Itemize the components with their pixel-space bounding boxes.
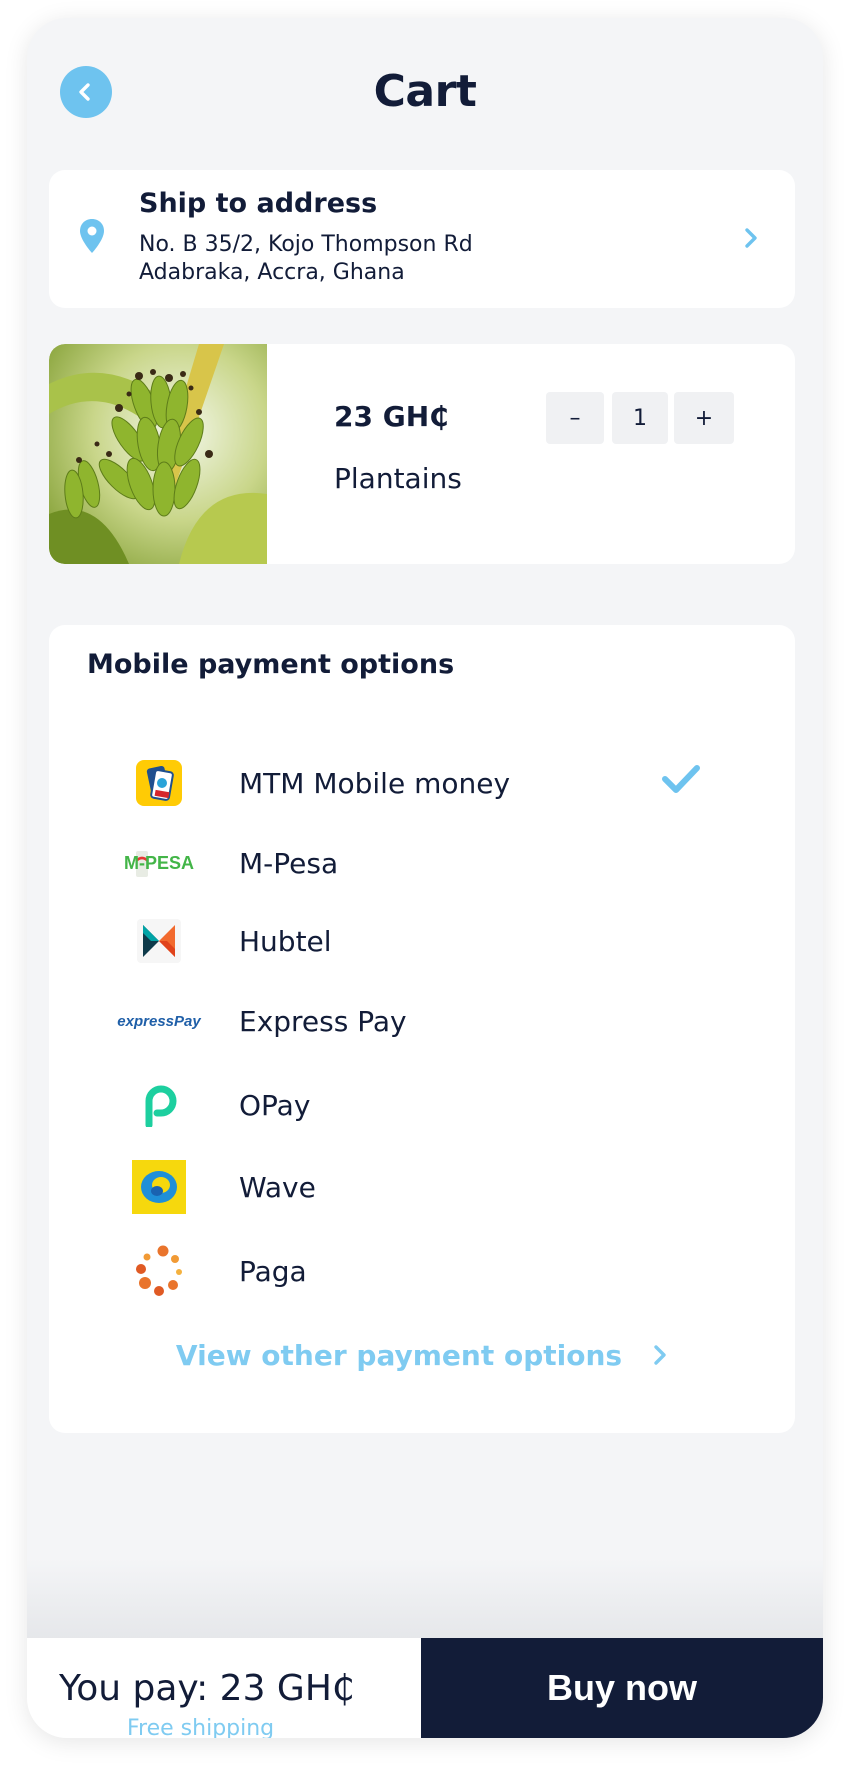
item-name: Plantains xyxy=(334,462,462,495)
payment-options-title: Mobile payment options xyxy=(87,649,455,680)
chevron-right-icon xyxy=(654,1345,666,1365)
payment-option-mpesa[interactable]: M-PESA M-Pesa xyxy=(49,833,795,893)
payment-option-mtn[interactable]: MTM Mobile money xyxy=(49,753,795,813)
total-amount: You pay: 23 GH₵ xyxy=(59,1668,355,1709)
ship-address-card[interactable]: Ship to address No. B 35/2, Kojo Thompso… xyxy=(49,170,795,308)
address-line-1: No. B 35/2, Kojo Thompson Rd xyxy=(139,232,473,257)
buy-now-button[interactable]: Buy now xyxy=(421,1638,823,1738)
quantity-value[interactable]: 1 xyxy=(612,392,668,444)
payment-option-paga[interactable]: Paga xyxy=(49,1241,795,1301)
hubtel-logo xyxy=(109,911,209,971)
payment-option-label: Hubtel xyxy=(239,925,332,958)
payment-options-card: Mobile payment options MTM Mobile money xyxy=(49,625,795,1433)
checkmark-icon xyxy=(662,765,700,793)
product-image xyxy=(49,344,267,564)
payment-option-label: M-Pesa xyxy=(239,847,339,880)
svg-text:M-PESA: M-PESA xyxy=(124,853,194,873)
wave-logo xyxy=(109,1157,209,1217)
payment-option-wave[interactable]: Wave xyxy=(49,1157,795,1217)
address-title: Ship to address xyxy=(139,188,378,219)
free-shipping-label: Free shipping xyxy=(127,1716,275,1738)
payment-option-label: OPay xyxy=(239,1089,311,1122)
svg-text:expressPay: expressPay xyxy=(117,1013,201,1030)
decrease-quantity-button[interactable]: – xyxy=(546,392,604,444)
cart-screen: Cart Ship to address No. B 35/2, Kojo Th… xyxy=(27,18,823,1738)
payment-option-hubtel[interactable]: Hubtel xyxy=(49,911,795,971)
increase-quantity-button[interactable]: + xyxy=(674,392,734,444)
view-other-label: View other payment options xyxy=(175,1338,623,1372)
payment-option-opay[interactable]: OPay xyxy=(49,1075,795,1135)
page-title: Cart xyxy=(373,66,477,117)
payment-option-label: MTM Mobile money xyxy=(239,767,511,800)
chevron-right-icon xyxy=(745,228,757,248)
expresspay-logo: expressPay xyxy=(109,991,209,1051)
checkout-bar: You pay: 23 GH₵ Free shipping Buy now xyxy=(27,1638,823,1738)
map-pin-icon xyxy=(80,219,104,253)
bottom-shadow xyxy=(27,1558,823,1638)
cart-item-card: 23 GH₵ Plantains – 1 + xyxy=(49,344,795,564)
address-line-2: Adabraka, Accra, Ghana xyxy=(139,260,405,285)
paga-logo xyxy=(109,1241,209,1301)
opay-logo xyxy=(109,1075,209,1135)
payment-option-label: Wave xyxy=(239,1171,316,1204)
view-other-payment-options-link[interactable]: View other payment options xyxy=(49,1335,795,1375)
payment-option-label: Express Pay xyxy=(239,1005,407,1038)
mpesa-logo: M-PESA xyxy=(109,833,209,893)
item-price: 23 GH₵ xyxy=(334,400,449,433)
payment-option-label: Paga xyxy=(239,1255,307,1288)
mtn-momo-logo xyxy=(109,753,209,813)
payment-option-expresspay[interactable]: expressPay Express Pay xyxy=(49,991,795,1051)
